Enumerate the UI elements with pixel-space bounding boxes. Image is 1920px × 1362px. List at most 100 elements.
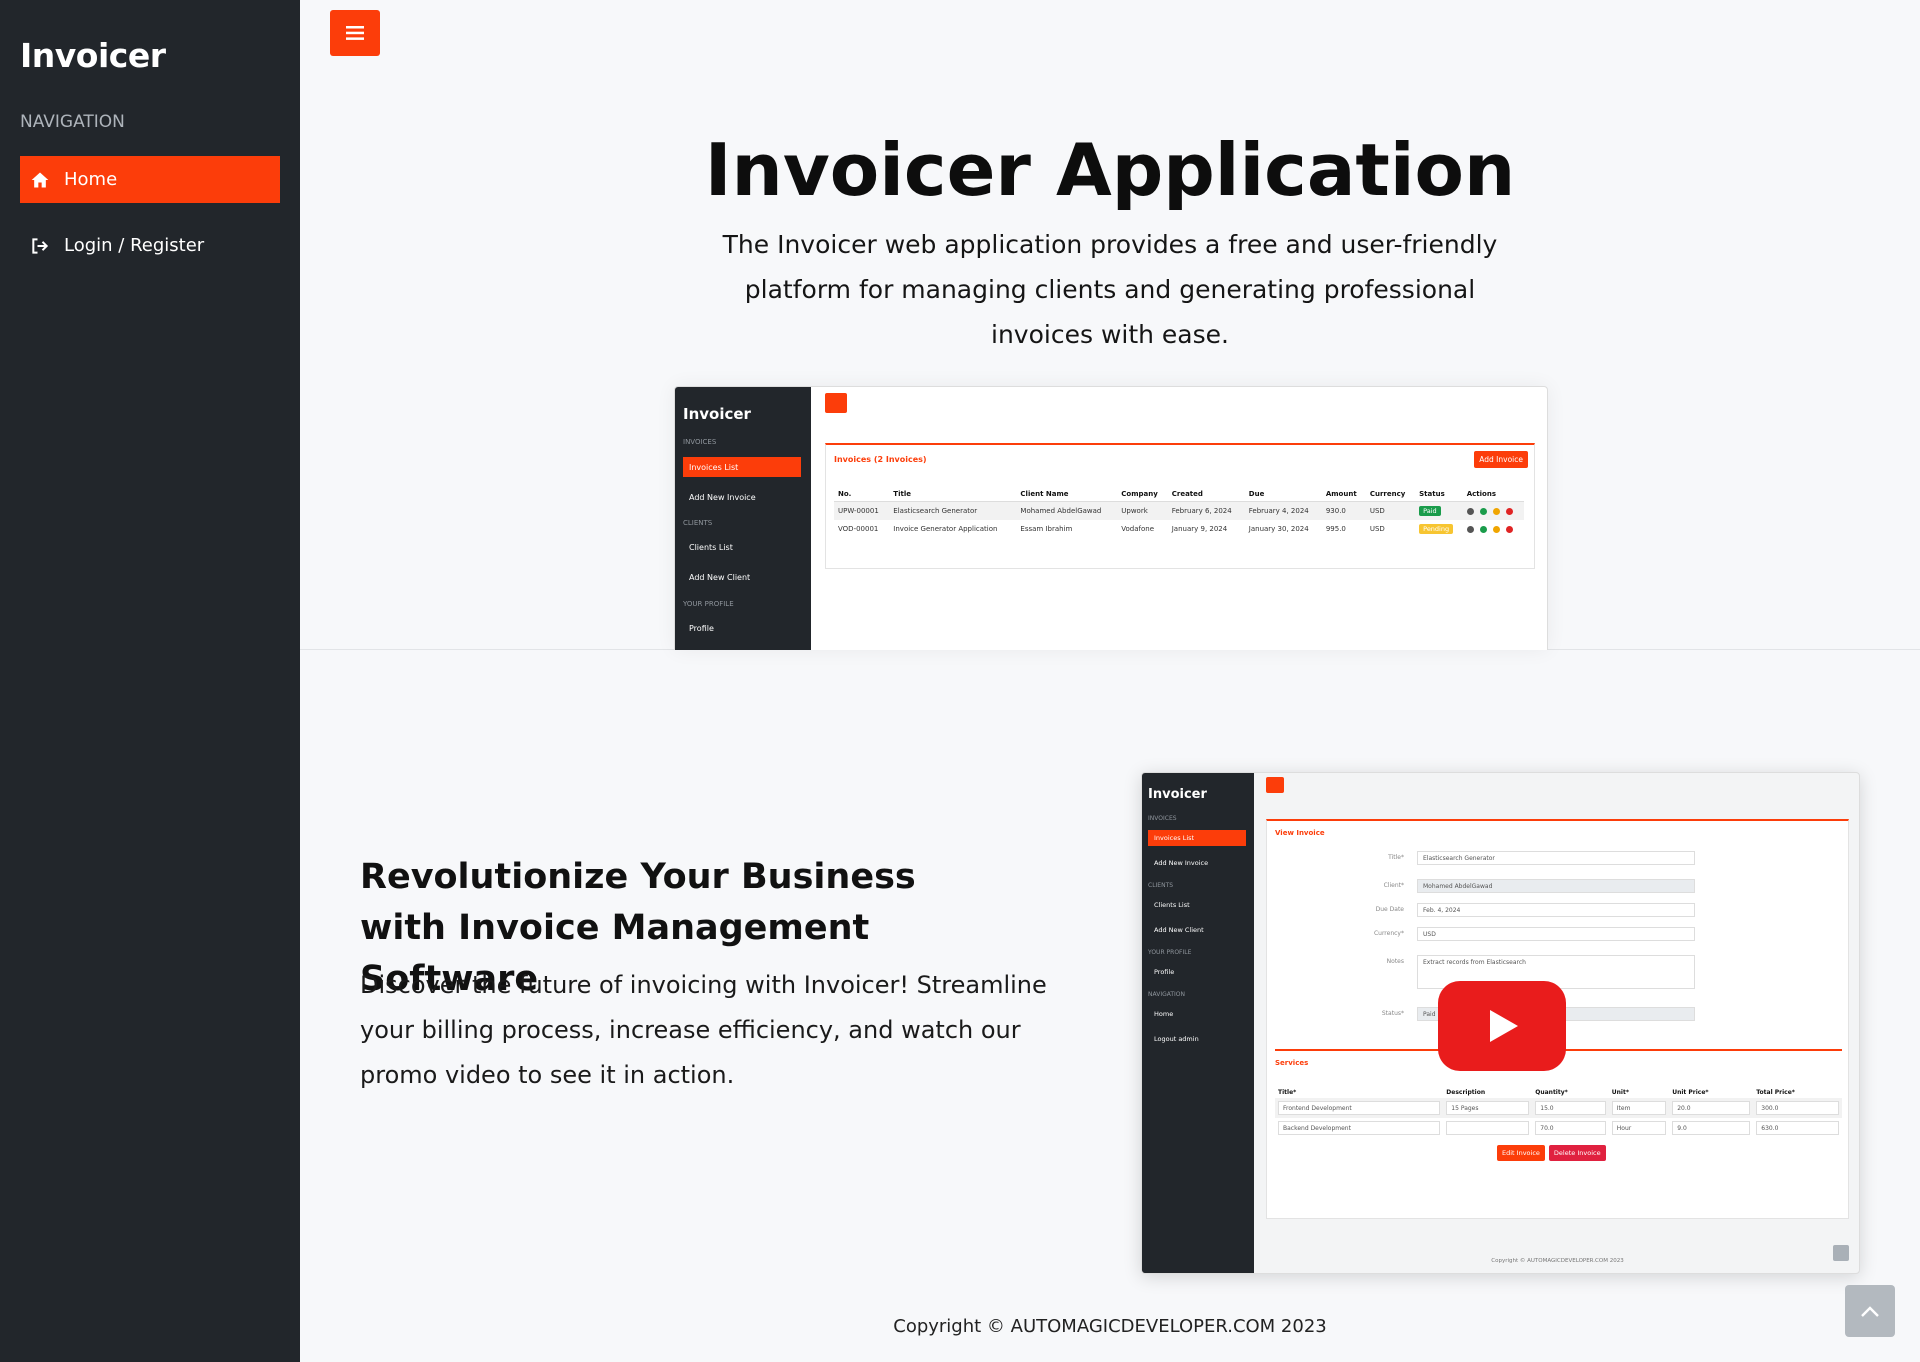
preview-nav-heading: CLIENTS bbox=[1148, 882, 1174, 889]
sidebar-item-label: Home bbox=[64, 169, 118, 190]
column-header: Client Name bbox=[1016, 487, 1118, 502]
table-row: UPW-00001 Elasticsearch Generator Mohame… bbox=[834, 501, 1524, 520]
chevron-up-icon bbox=[1861, 1306, 1879, 1317]
preview-sidebar: Invoicer INVOICES Invoices List Add New … bbox=[675, 387, 811, 650]
cell-no: UPW-00001 bbox=[834, 501, 890, 520]
section-description: Discover the future of invoicing with In… bbox=[360, 971, 1047, 1089]
preview-nav-heading: INVOICES bbox=[683, 438, 717, 446]
preview-copyright: Copyright © AUTOMAGICDEVELOPER.COM 2023 bbox=[1491, 1258, 1624, 1264]
field-label: Notes bbox=[1386, 958, 1404, 965]
preview-due-date-field: Feb. 4, 2024 bbox=[1417, 903, 1695, 917]
column-header: Amount bbox=[1321, 487, 1366, 502]
home-icon bbox=[31, 172, 49, 187]
hero-description: The Invoicer web application provides a … bbox=[722, 230, 1498, 349]
preview-nav-invoices-list: Invoices List bbox=[683, 457, 801, 477]
cell-unit: Item bbox=[1611, 1101, 1667, 1115]
preview-nav-clients-list: Clients List bbox=[689, 542, 733, 552]
column-header: Currency bbox=[1365, 487, 1416, 502]
app-logo[interactable]: Invoicer bbox=[20, 36, 166, 75]
preview-nav-home: Home bbox=[1154, 1010, 1174, 1018]
table-row: VOD-00001 Invoice Generator Application … bbox=[834, 520, 1524, 538]
promo-video[interactable]: Invoicer INVOICES Invoices List Add New … bbox=[1141, 772, 1860, 1274]
field-label: Client* bbox=[1383, 882, 1404, 889]
cell-unit: Hour bbox=[1611, 1121, 1667, 1135]
cell-description: 15 Pages bbox=[1446, 1101, 1530, 1115]
preview-nav-heading: YOUR PROFILE bbox=[1148, 949, 1192, 956]
column-header: Title bbox=[889, 487, 1017, 502]
download-icon bbox=[1479, 507, 1487, 515]
preview-client-field: Mohamed AbdelGawad bbox=[1417, 879, 1695, 893]
cell-title: Backend Development bbox=[1278, 1121, 1441, 1135]
cell-currency: USD bbox=[1365, 501, 1416, 520]
preview-actions: Edit Invoice Delete Invoice bbox=[1497, 1145, 1606, 1161]
column-header: Description bbox=[1446, 1089, 1486, 1096]
cell-amount: 930.0 bbox=[1321, 501, 1366, 520]
column-header: Created bbox=[1167, 487, 1245, 502]
field-label: Due Date bbox=[1375, 906, 1404, 913]
play-icon bbox=[1490, 1010, 1518, 1042]
column-header: Unit Price* bbox=[1672, 1089, 1709, 1096]
preview-nav-logout: Logout admin bbox=[1154, 1035, 1199, 1043]
cell-total: 630.0 bbox=[1756, 1121, 1839, 1135]
preview-nav-profile: Profile bbox=[1154, 968, 1175, 976]
cell-due: January 30, 2024 bbox=[1248, 525, 1309, 533]
preview-title-field: Elasticsearch Generator bbox=[1417, 851, 1695, 865]
preview-nav-add-invoice: Add New Invoice bbox=[1154, 859, 1209, 867]
preview-add-invoice-button: Add Invoice bbox=[1474, 451, 1528, 468]
cell-status: Pending bbox=[1415, 520, 1463, 538]
delete-icon bbox=[1505, 507, 1513, 515]
preview-nav-heading: YOUR PROFILE bbox=[683, 600, 734, 608]
preview-invoices-table: No. Title Client Name Company Created Du… bbox=[834, 487, 1524, 538]
column-header: Title* bbox=[1278, 1089, 1297, 1096]
column-header: No. bbox=[834, 487, 890, 502]
preview-nav-profile: Profile bbox=[689, 623, 714, 633]
cell-title: Frontend Development bbox=[1278, 1101, 1441, 1115]
field-label: Status* bbox=[1381, 1010, 1404, 1017]
cell-no: VOD-00001 bbox=[838, 525, 879, 533]
cell-title: Invoice Generator Application bbox=[893, 525, 998, 533]
preview-logo: Invoicer bbox=[1148, 787, 1207, 802]
cell-due: February 4, 2024 bbox=[1244, 501, 1322, 520]
sidebar-item-home[interactable]: Home bbox=[20, 156, 280, 203]
login-icon bbox=[32, 237, 49, 254]
preview-currency-field: USD bbox=[1417, 927, 1695, 941]
footer-copyright: Copyright © AUTOMAGICDEVELOPER.COM 2023 bbox=[893, 1316, 1327, 1337]
sidebar: Invoicer NAVIGATION Home Login / Registe… bbox=[0, 0, 300, 1362]
edit-icon bbox=[1492, 507, 1500, 515]
column-header: Due bbox=[1244, 487, 1322, 502]
preview-nav-heading: INVOICES bbox=[1148, 815, 1177, 822]
cell-actions bbox=[1463, 520, 1524, 538]
cell-unit-price: 9.0 bbox=[1672, 1121, 1751, 1135]
preview-nav-add-invoice: Add New Invoice bbox=[689, 492, 756, 502]
column-header: Unit* bbox=[1611, 1089, 1629, 1096]
cell-created: January 9, 2024 bbox=[1171, 525, 1228, 533]
cell-description bbox=[1446, 1121, 1530, 1135]
column-header: Status bbox=[1415, 487, 1463, 502]
hero-section: Invoicer Application The Invoicer web ap… bbox=[300, 0, 1920, 650]
scroll-to-top-button[interactable] bbox=[1845, 1285, 1895, 1337]
preview-nav-heading: NAVIGATION bbox=[1148, 991, 1186, 998]
cell-quantity: 15.0 bbox=[1535, 1101, 1606, 1115]
preview-services-table: Title* Description Quantity* Unit* Unit … bbox=[1275, 1087, 1842, 1138]
nav-heading: NAVIGATION bbox=[20, 112, 125, 132]
preview-nav-clients-list: Clients List bbox=[1154, 901, 1190, 909]
sidebar-item-login-register[interactable]: Login / Register bbox=[20, 222, 280, 269]
delete-icon bbox=[1505, 525, 1513, 533]
cell-total: 300.0 bbox=[1756, 1101, 1839, 1115]
preview-card-title: View Invoice bbox=[1275, 829, 1325, 837]
preview-logo: Invoicer bbox=[683, 405, 751, 423]
hero-title: Invoicer Application bbox=[704, 128, 1516, 212]
video-play-button[interactable] bbox=[1438, 981, 1566, 1071]
column-header: Actions bbox=[1462, 487, 1524, 502]
view-icon bbox=[1466, 507, 1474, 515]
column-header: Company bbox=[1117, 487, 1168, 502]
preview-scroll-top bbox=[1833, 1245, 1849, 1261]
download-icon bbox=[1479, 525, 1487, 533]
preview-sidebar: Invoicer INVOICES Invoices List Add New … bbox=[1142, 773, 1254, 1273]
preview-delete-invoice-button: Delete Invoice bbox=[1548, 1145, 1606, 1161]
cell-currency: USD bbox=[1369, 525, 1385, 533]
edit-icon bbox=[1492, 525, 1500, 533]
preview-services-title: Services bbox=[1275, 1059, 1309, 1067]
status-badge: Paid bbox=[1419, 506, 1441, 516]
field-label: Currency* bbox=[1373, 930, 1404, 937]
